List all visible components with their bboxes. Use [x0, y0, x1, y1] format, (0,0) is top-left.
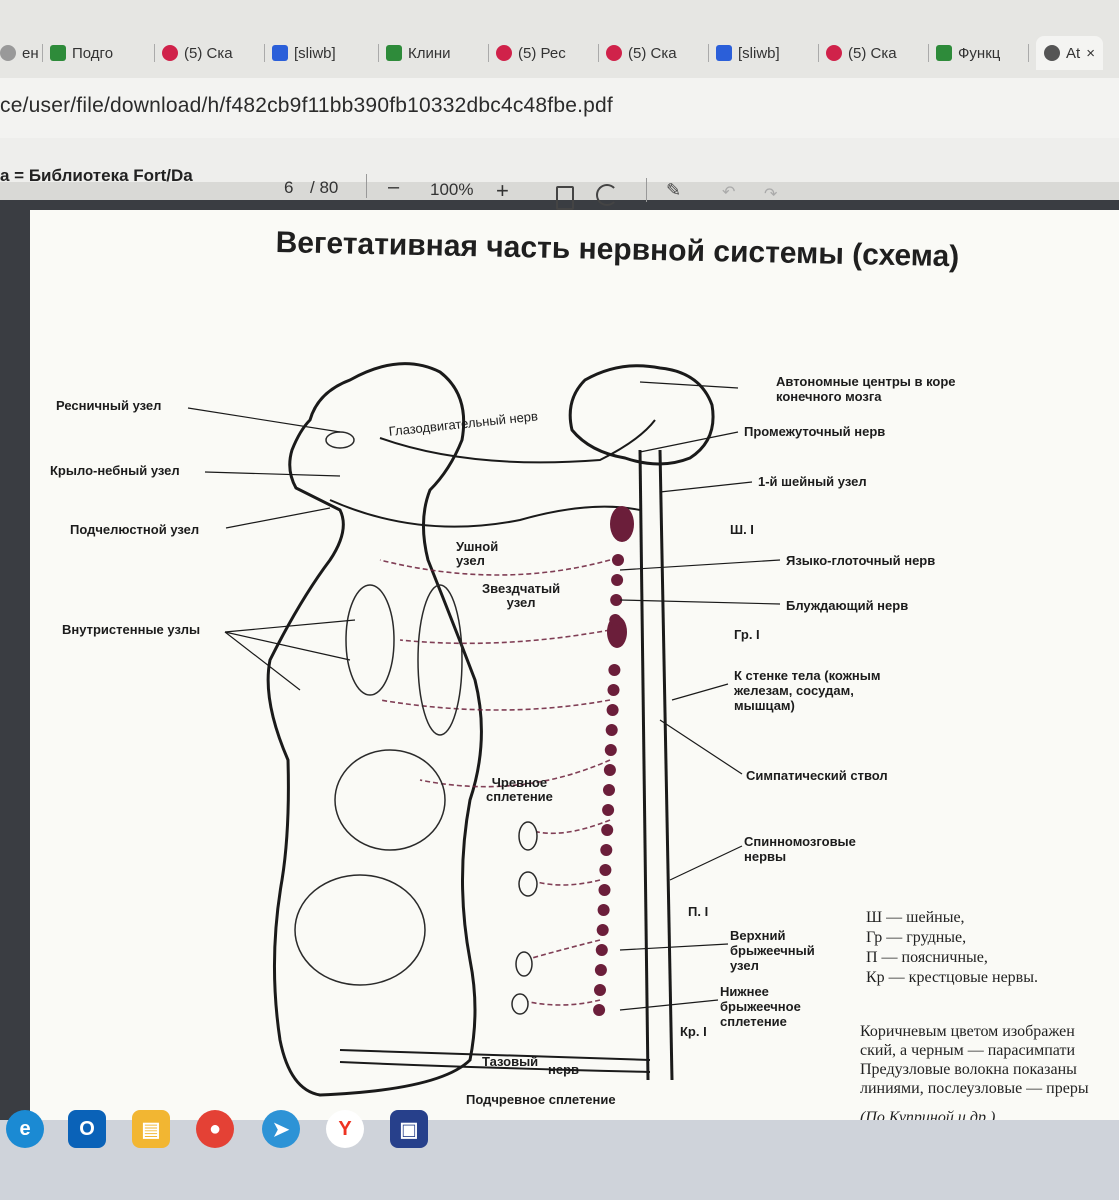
label-autonomic-centers: Автономные центры в коре конечного мозга — [776, 374, 956, 404]
legend-item: Кр — крестцовые нервы. — [866, 969, 1038, 986]
label-nerve: нерв — [548, 1062, 580, 1077]
label-first-cervical-ganglion: 1-й шейный узел — [758, 474, 867, 489]
ganglion — [601, 824, 614, 836]
nerve-legend: Ш — шейные, Гр — грудные, П — поясничные… — [866, 908, 1038, 988]
label-sympathetic-trunk: Симпатический ствол — [746, 768, 888, 783]
ganglion — [608, 664, 621, 676]
label-glossopharyngeal-nerve: Языко-глоточный нерв — [786, 553, 936, 568]
edge-icon[interactable]: e — [6, 1110, 44, 1148]
heart — [345, 584, 395, 696]
label-intramural-ganglia: Внутристенные узлы — [62, 622, 201, 637]
label-vagus-nerve: Блуждающий нерв — [786, 598, 909, 613]
lung-right — [417, 584, 463, 736]
label-cervical-1: Ш. I — [730, 522, 754, 537]
ganglion — [605, 724, 618, 736]
legend-item: Гр — грудные, — [866, 929, 967, 946]
legend-item: Ш — шейные, — [866, 909, 965, 926]
label-intermediate-nerve: Промежуточный нерв — [744, 424, 886, 439]
label-otic-ganglion: Ушной узел — [456, 539, 499, 568]
label-inferior-mesenteric-plexus: Нижнее брыжеечное сплетение — [720, 984, 801, 1029]
ganglion — [607, 684, 620, 696]
eye — [325, 431, 355, 449]
legend-item: П — поясничные, — [866, 949, 988, 966]
stomach — [334, 749, 446, 851]
ganglion — [603, 784, 615, 796]
label-superior-mesenteric-ganglion: Верхний брыжеечный узел — [730, 928, 815, 973]
label-lumbar-1: П. I — [688, 904, 709, 919]
ganglion — [606, 704, 619, 716]
figure-description: Коричневым цветом изображен ский, а черн… — [860, 1022, 1089, 1127]
file-explorer-icon[interactable]: ▤ — [132, 1110, 170, 1148]
label-sacral-1: Кр. I — [680, 1024, 707, 1039]
brain-outline — [568, 364, 715, 466]
ganglion — [594, 984, 606, 996]
ganglion — [612, 554, 624, 566]
label-hypogastric-plexus: Подчревное сплетение — [466, 1092, 616, 1107]
description-line: Коричневым цветом изображен — [860, 1023, 1075, 1040]
label-pterygopalatine-ganglion: Крыло-небный узел — [50, 463, 180, 478]
label-stellate-ganglion: Звездчатый узел — [482, 581, 561, 610]
description-line: ский, а черным — парасимпати — [860, 1042, 1076, 1059]
ganglion — [596, 924, 609, 936]
ganglion — [595, 944, 608, 956]
ganglion — [598, 884, 611, 896]
ganglion — [603, 764, 616, 776]
intestines — [294, 874, 426, 986]
label-body-wall: К стенке тела (кожным железам, сосудам, … — [734, 668, 881, 713]
ganglion — [594, 964, 607, 976]
ganglion — [602, 804, 615, 816]
label-spinal-nerves: Спинномозговые нервы — [744, 834, 856, 864]
ganglion — [597, 904, 610, 916]
label-thoracic-1: Гр. I — [734, 627, 760, 642]
yandex-icon[interactable]: Y — [326, 1110, 364, 1148]
ganglion — [600, 844, 613, 856]
label-submandibular-ganglion: Подчелюстной узел — [70, 522, 200, 537]
label-ciliary-ganglion: Ресничный узел — [56, 398, 162, 413]
label-pelvic-nerve: Тазовый — [482, 1054, 539, 1069]
outlook-icon[interactable]: O — [68, 1110, 106, 1148]
telegram-icon[interactable]: ➤ — [262, 1110, 300, 1148]
ganglion — [610, 506, 634, 542]
ganglion — [611, 574, 624, 586]
ganglion — [599, 864, 612, 876]
description-line: Предузловые волокна показаны — [860, 1061, 1077, 1078]
description-line: линиями, послеузловые — преры — [860, 1080, 1089, 1097]
ganglion — [593, 1004, 606, 1016]
chrome-icon[interactable]: ● — [196, 1110, 234, 1148]
label-celiac-plexus: Чревное сплетение — [486, 775, 553, 804]
ganglion — [609, 614, 622, 626]
ganglion — [604, 744, 617, 756]
save-icon[interactable]: ▣ — [390, 1110, 428, 1148]
